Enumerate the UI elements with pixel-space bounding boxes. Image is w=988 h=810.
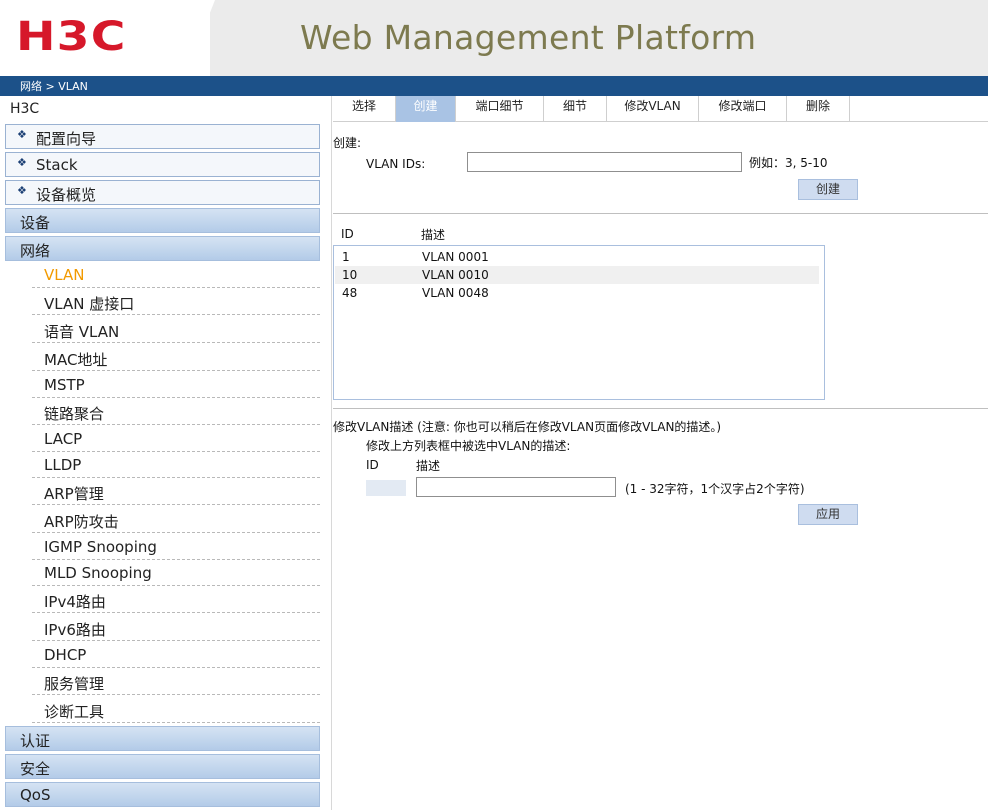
- nav-item-label: 配置向导: [36, 130, 97, 148]
- nav-category-label: 认证: [20, 732, 51, 750]
- nav-sub-mld-snooping[interactable]: MLD Snooping: [32, 559, 320, 586]
- nav-sub-label: 诊断工具: [44, 703, 105, 721]
- nav-category-device[interactable]: 设备: [5, 208, 320, 233]
- nav-category-label: QoS: [20, 786, 51, 804]
- nav-sub-arp-attack-defense[interactable]: ARP防攻击: [32, 506, 320, 533]
- nav-sub-vlan-interface[interactable]: VLAN 虚接口: [32, 288, 320, 315]
- vlan-ids-example: 例如：3, 5-10: [749, 156, 828, 170]
- nav-sub-label: MAC地址: [44, 351, 108, 369]
- vlan-ids-label: VLAN IDs:: [366, 157, 426, 171]
- vlan-ids-input[interactable]: [467, 152, 742, 172]
- modify-header-description: 描述: [416, 459, 441, 473]
- nav-sub-mac-address[interactable]: MAC地址: [32, 344, 320, 371]
- nav-sub-lldp[interactable]: LLDP: [32, 451, 320, 478]
- list-item[interactable]: 48 VLAN 0048: [335, 284, 819, 302]
- nav-category-security[interactable]: 安全: [5, 754, 320, 779]
- tab-create[interactable]: 创建: [396, 96, 456, 122]
- selected-vlan-id-cell: [366, 480, 406, 496]
- nav-category-label: 设备: [20, 214, 51, 232]
- nav-sub-label: ARP防攻击: [44, 513, 119, 531]
- nav-sub-label: LLDP: [44, 456, 82, 474]
- create-section-label: 创建:: [333, 136, 362, 150]
- create-button[interactable]: 创建: [798, 179, 858, 200]
- section-divider: [333, 213, 988, 214]
- modify-subheading: 修改上方列表框中被选中VLAN的描述:: [366, 439, 571, 453]
- nav-category-label: 安全: [20, 760, 51, 778]
- nav-sub-label: IPv4路由: [44, 593, 106, 611]
- nav-item-device-overview[interactable]: ❖ 设备概览: [5, 180, 320, 205]
- nav-category-network[interactable]: 网络: [5, 236, 320, 261]
- nav-sub-ipv6-routing[interactable]: IPv6路由: [32, 614, 320, 641]
- main-content: 选择 创建 端口细节 细节 修改VLAN 修改端口 删除 创建: VLAN ID…: [333, 96, 988, 810]
- tab-detail[interactable]: 细节: [544, 96, 607, 122]
- tab-delete[interactable]: 删除: [787, 96, 850, 122]
- section-divider: [333, 408, 988, 409]
- vlan-id: 10: [342, 268, 358, 282]
- nav-sub-lacp[interactable]: LACP: [32, 425, 320, 452]
- nav-item-label: Stack: [36, 156, 78, 174]
- nav-sub-label: 语音 VLAN: [44, 323, 120, 341]
- tab-select[interactable]: 选择: [333, 96, 396, 122]
- tab-bar: 选择 创建 端口细节 细节 修改VLAN 修改端口 删除: [333, 96, 988, 122]
- vlan-description-input[interactable]: [416, 477, 616, 497]
- nav-sub-voice-vlan[interactable]: 语音 VLAN: [32, 316, 320, 343]
- nav-category-authentication[interactable]: 认证: [5, 726, 320, 751]
- nav-sub-label: MSTP: [44, 376, 85, 394]
- nav-sub-label: LACP: [44, 430, 83, 448]
- list-header-id: ID: [341, 227, 354, 241]
- nav-sub-ipv4-routing[interactable]: IPv4路由: [32, 586, 320, 613]
- nav-root-label: H3C: [10, 101, 40, 117]
- vlan-listbox[interactable]: 1 VLAN 0001 10 VLAN 0010 48 VLAN 0048: [333, 245, 825, 400]
- list-item[interactable]: 1 VLAN 0001: [335, 248, 819, 266]
- diamond-bullet-icon: ❖: [17, 128, 27, 141]
- vlan-id: 1: [342, 250, 350, 264]
- nav-sub-label: MLD Snooping: [44, 564, 152, 582]
- nav-sub-link-aggregation[interactable]: 链路聚合: [32, 398, 320, 425]
- tab-modify-vlan[interactable]: 修改VLAN: [607, 96, 699, 122]
- nav-sub-label: VLAN 虚接口: [44, 295, 135, 313]
- sidebar: H3C ❖ 配置向导 ❖ Stack ❖ 设备概览 设备 网络 VLAN VLA…: [0, 96, 332, 810]
- nav-sub-label: IGMP Snooping: [44, 538, 157, 556]
- app-header: H3C Web Management Platform: [0, 0, 988, 76]
- diamond-bullet-icon: ❖: [17, 184, 27, 197]
- tab-modify-port[interactable]: 修改端口: [699, 96, 787, 122]
- platform-title: Web Management Platform: [300, 18, 757, 57]
- nav-sub-service-management[interactable]: 服务管理: [32, 668, 320, 695]
- nav-sub-label: VLAN: [44, 266, 85, 284]
- nav-sub-label: IPv6路由: [44, 621, 106, 639]
- description-length-hint: (1 - 32字符，1个汉字占2个字符): [625, 482, 805, 496]
- breadcrumb-bar: 网络 > VLAN: [0, 76, 988, 96]
- diamond-bullet-icon: ❖: [17, 156, 27, 169]
- nav-item-stack[interactable]: ❖ Stack: [5, 152, 320, 177]
- nav-sub-label: 服务管理: [44, 675, 105, 693]
- vlan-description: VLAN 0010: [422, 268, 489, 282]
- h3c-logo: H3C: [16, 14, 127, 60]
- nav-sub-igmp-snooping[interactable]: IGMP Snooping: [32, 533, 320, 560]
- nav-sub-arp-management[interactable]: ARP管理: [32, 478, 320, 505]
- nav-sub-label: DHCP: [44, 646, 87, 664]
- modify-header-id: ID: [366, 458, 379, 472]
- nav-item-config-wizard[interactable]: ❖ 配置向导: [5, 124, 320, 149]
- list-header-description: 描述: [421, 228, 446, 242]
- tab-port-detail[interactable]: 端口细节: [456, 96, 544, 122]
- nav-sub-diagnostic-tools[interactable]: 诊断工具: [32, 696, 320, 723]
- vlan-description: VLAN 0048: [422, 286, 489, 300]
- header-divider: [185, 0, 215, 76]
- nav-sub-vlan[interactable]: VLAN: [32, 261, 320, 288]
- nav-sub-dhcp[interactable]: DHCP: [32, 641, 320, 668]
- nav-item-label: 设备概览: [36, 186, 97, 204]
- nav-category-qos[interactable]: QoS: [5, 782, 320, 807]
- nav-sub-label: ARP管理: [44, 485, 104, 503]
- breadcrumb: 网络 > VLAN: [20, 80, 88, 93]
- modify-heading: 修改VLAN描述 (注意: 你也可以稍后在修改VLAN页面修改VLAN的描述。): [333, 420, 722, 434]
- apply-button[interactable]: 应用: [798, 504, 858, 525]
- nav-sub-label: 链路聚合: [44, 405, 105, 423]
- vlan-id: 48: [342, 286, 358, 300]
- nav-sub-mstp[interactable]: MSTP: [32, 371, 320, 398]
- nav-category-label: 网络: [20, 242, 51, 260]
- vlan-description: VLAN 0001: [422, 250, 489, 264]
- list-item[interactable]: 10 VLAN 0010: [335, 266, 819, 284]
